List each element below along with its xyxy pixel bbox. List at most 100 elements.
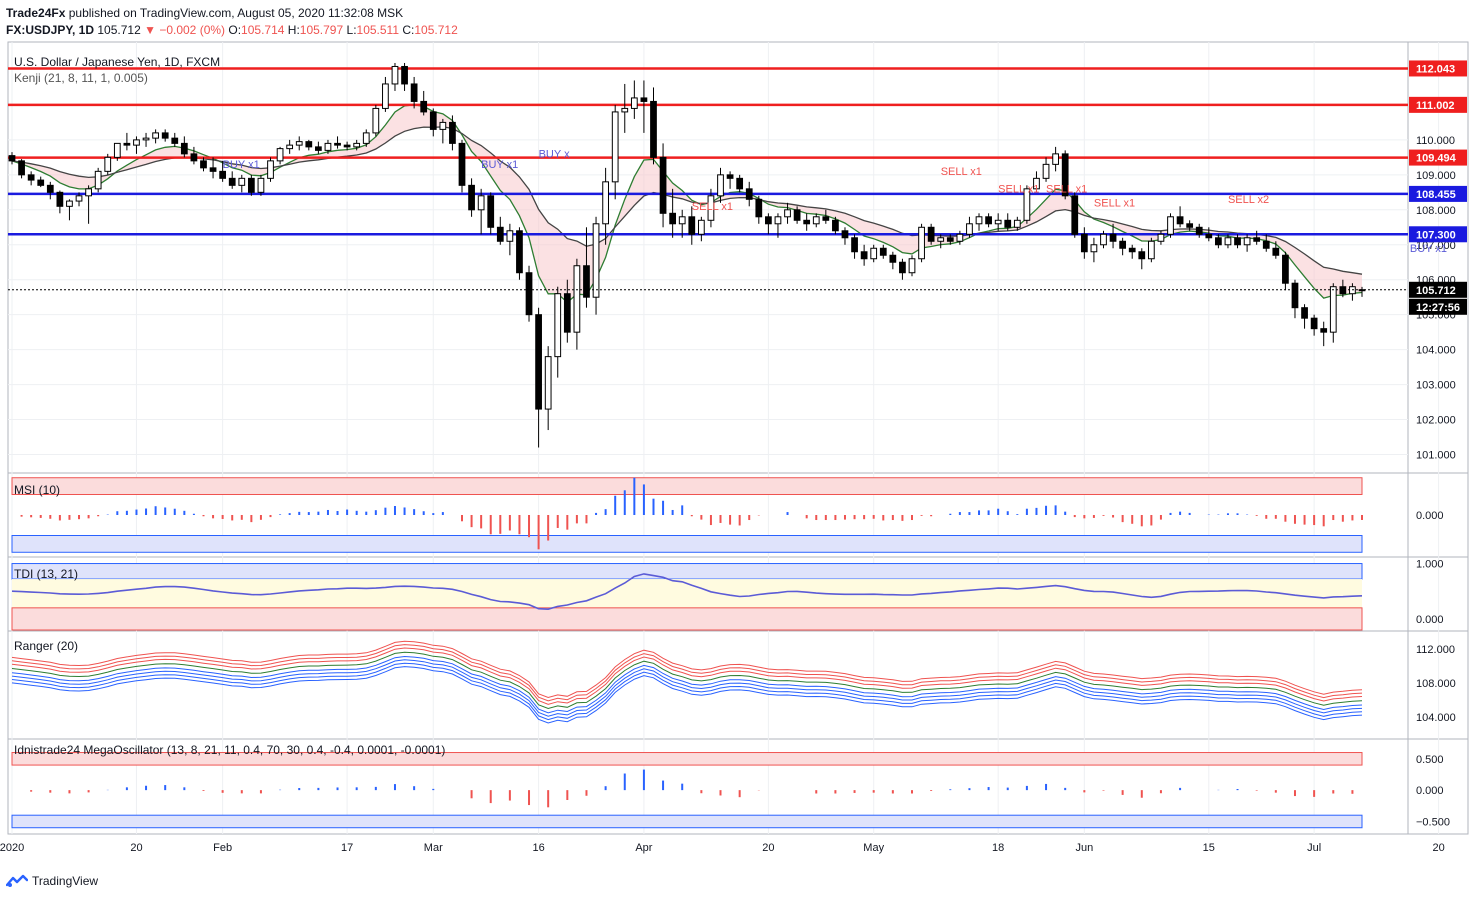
candle [726,171,734,189]
candle-body [1224,237,1232,246]
ranger-band-line [11,666,1363,724]
candle-body [803,219,811,225]
candle-body [228,177,236,186]
signal-label: SELL x2 [1228,194,1269,206]
candle [621,83,629,133]
candle-body [200,160,207,169]
signal-label: SELL x1 [692,201,733,213]
chart-canvas[interactable]: 202020Feb17Mar16Apr20May18Jun15Jul20Aug1… [0,0,1475,898]
x-tick-label: 20 [762,842,774,854]
candle-body [1013,219,1021,228]
candle-body [755,198,763,218]
candle-body [1234,237,1241,246]
msi-oversold-zone [11,535,1363,553]
candle-body [1004,219,1012,228]
candle [736,174,744,193]
kenji-cloud [12,104,1362,303]
candle-body [717,174,724,197]
tdi-lower-zone [11,607,1363,631]
y-tick-label: −0.500 [1416,816,1450,828]
y-tick-label: 0.000 [1416,614,1444,626]
candle [372,104,380,137]
candle [583,227,590,308]
candle [123,132,131,151]
candle [592,216,600,315]
candle-body [315,146,322,151]
y-tick-label: 0.000 [1416,510,1444,522]
candle [879,244,887,259]
candle-body [401,65,408,85]
candle [37,176,45,188]
x-tick-label: May [863,842,884,854]
mega-lower-zone [11,814,1363,829]
candle [1138,248,1146,270]
candle-body [899,261,906,274]
candle-body [46,184,54,193]
candle-body [525,272,533,316]
y-tick-label: 103.000 [1416,380,1456,392]
candle [516,227,523,280]
candle [803,213,811,231]
y-tick-label: 108.000 [1416,205,1456,217]
candle [315,141,322,154]
candle-body [822,216,830,221]
candle [18,159,25,179]
candle-body [937,237,945,242]
tradingview-brand[interactable]: TradingView [32,874,98,888]
candle [918,223,925,263]
candle [133,136,140,154]
signal-label: SELL x1 [1046,183,1087,195]
candle [860,244,868,266]
kenji-slow-line [11,126,1363,275]
candle-body [812,216,820,225]
candle-body [1291,282,1299,309]
candle [1320,321,1328,347]
candle-body [66,200,73,207]
candle-body [257,177,265,193]
candle [458,139,466,193]
candle-body [133,139,140,146]
candle-body [75,195,83,202]
candle-body [592,223,600,298]
candle-body [219,170,227,179]
candle-body [860,251,868,260]
candle-body [247,177,255,193]
candle [142,132,150,147]
candle-body [669,212,677,225]
candle-body [554,293,562,358]
candle [1119,237,1127,256]
candle-body [1195,226,1203,235]
signal-label: BUY x1 [223,159,260,171]
candle [1329,283,1337,343]
candle-body [1042,163,1050,179]
candle-body [1320,328,1328,333]
kenji-fast-line [11,104,1363,304]
tradingview-footer: TradingView [6,870,98,892]
candle-body [382,83,389,109]
candle-body [372,107,380,134]
candle [276,146,284,165]
candle-body [726,174,734,179]
candle-body [611,111,619,183]
candle [985,213,992,228]
candle [573,258,581,350]
candle [46,181,54,200]
candle-body [784,209,791,218]
candle-body [583,265,590,298]
candle-body [142,137,150,141]
candle-body [1282,254,1289,284]
x-tick-label: 2020 [0,842,24,854]
candle-body [678,216,686,225]
candle-body [1052,153,1059,165]
candle [401,62,408,91]
candle-body [123,142,131,146]
candle-body [439,121,447,130]
candle [295,136,303,151]
candle-body [1329,286,1337,333]
candle [611,104,619,200]
candle [496,216,504,245]
y-tick-label: 0.000 [1416,785,1444,797]
y-tick-label: 1.000 [1416,559,1444,571]
candle [1052,146,1059,172]
candle [228,171,236,189]
